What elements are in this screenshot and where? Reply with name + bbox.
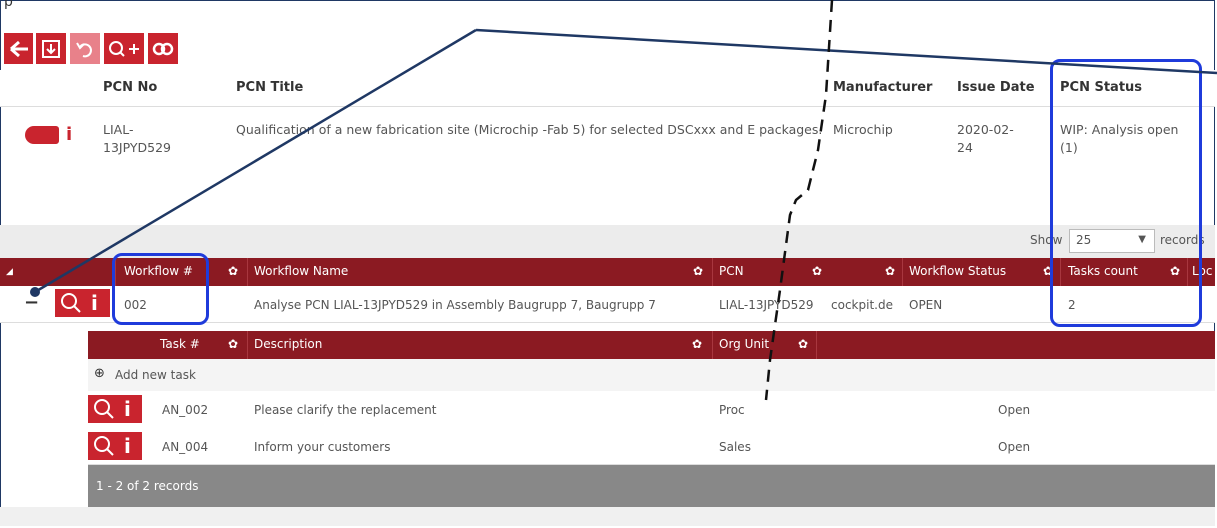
callout-line (34, 28, 477, 294)
callout-dot (30, 287, 40, 297)
callout-line (475, 28, 1217, 75)
annotation-lines (30, 0, 1217, 401)
divider-line (764, 0, 834, 401)
